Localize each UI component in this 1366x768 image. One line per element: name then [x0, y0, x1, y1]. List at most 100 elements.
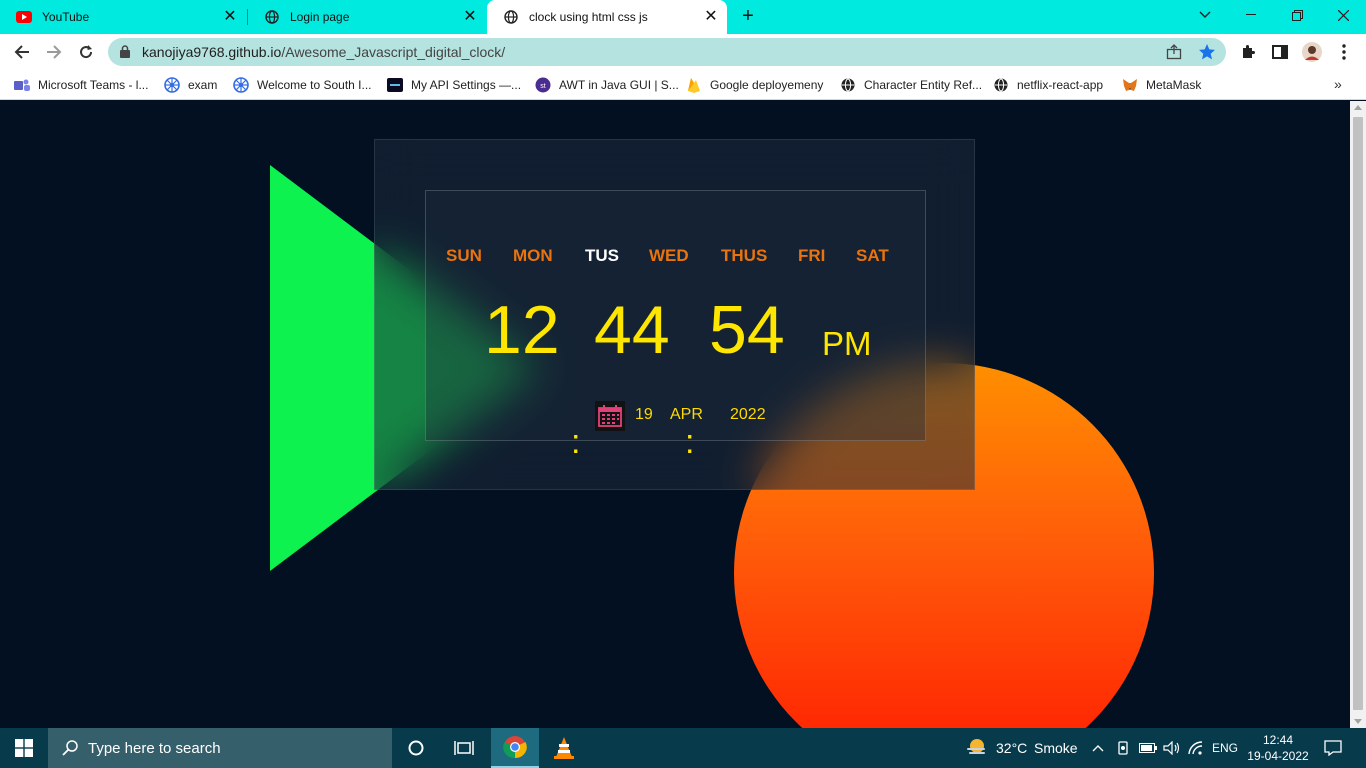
share-icon[interactable] — [1166, 44, 1182, 65]
reload-button[interactable] — [74, 40, 98, 64]
browser-toolbar: kanojiya9768.github.io/Awesome_Javascrip… — [0, 34, 1366, 70]
clock-seconds: 54 — [709, 292, 785, 368]
extensions-icon[interactable] — [1238, 42, 1258, 62]
wifi-icon[interactable] — [1186, 728, 1206, 768]
start-button[interactable] — [0, 728, 48, 768]
tab-clock[interactable]: clock using html css js ✕ — [487, 0, 727, 34]
day-wed: WED — [649, 246, 689, 265]
globe-icon — [993, 77, 1009, 93]
task-view-icon — [454, 741, 474, 755]
taskbar-chrome-app[interactable] — [491, 728, 539, 768]
tab-search-icon[interactable] — [1182, 0, 1228, 30]
cortana-button[interactable] — [392, 728, 440, 768]
minimize-button[interactable] — [1228, 0, 1274, 30]
weather-temperature[interactable]: 32°C — [996, 728, 1027, 768]
date-month: APR — [670, 406, 703, 423]
weather-description[interactable]: Smoke — [1034, 728, 1078, 768]
tab-youtube[interactable]: YouTube ✕ — [0, 0, 246, 34]
clock-ampm: PM — [822, 325, 872, 362]
scroll-down-arrow-icon[interactable] — [1354, 719, 1362, 724]
restore-button[interactable] — [1274, 0, 1320, 30]
windows-taskbar: Type here to search 32°C Smoke ENG 12:44… — [0, 728, 1366, 768]
scrollbar-thumb[interactable] — [1353, 117, 1363, 710]
lock-icon[interactable] — [120, 45, 130, 63]
url-host: kanojiya9768.github.io — [142, 44, 282, 60]
bookmark-microsoft-teams[interactable]: Microsoft Teams - l... — [14, 76, 148, 94]
globe-icon — [840, 77, 856, 93]
bookmark-label: exam — [188, 78, 218, 92]
date-year: 2022 — [730, 406, 766, 423]
globe-icon — [264, 9, 280, 25]
day-sat: SAT — [856, 246, 889, 265]
dev-icon — [387, 77, 403, 93]
bookmark-awt-java[interactable]: st AWT in Java GUI | S... — [535, 76, 679, 94]
cortana-circle-icon — [408, 740, 424, 756]
youtube-icon — [16, 9, 32, 25]
side-panel-icon[interactable] — [1270, 42, 1290, 62]
taskbar-search-box[interactable]: Type here to search — [48, 728, 392, 768]
search-placeholder: Type here to search — [88, 739, 221, 757]
bookmark-google-deployment[interactable]: Google deployemeny — [686, 76, 823, 94]
clock-separator: : — [571, 423, 581, 461]
tab-title: YouTube — [42, 10, 90, 24]
forward-button[interactable] — [42, 40, 66, 64]
system-time: 12:44 — [1262, 733, 1294, 747]
day-mon: MON — [513, 246, 553, 265]
bookmarks-bar: Microsoft Teams - l... exam Welcome to S… — [0, 70, 1366, 100]
calendar-icon — [595, 401, 625, 431]
page-scrollbar[interactable] — [1350, 101, 1366, 728]
bookmark-netflix-react-app[interactable]: netflix-react-app — [993, 76, 1103, 94]
scroll-up-arrow-icon[interactable] — [1354, 105, 1362, 110]
tab-login-page[interactable]: Login page ✕ — [248, 0, 486, 34]
bookmark-label: Microsoft Teams - l... — [38, 78, 149, 92]
clock-separator: : — [685, 423, 695, 461]
weather-icon[interactable] — [962, 728, 990, 768]
close-tab-icon[interactable]: ✕ — [222, 9, 238, 25]
system-date: 19-04-2022 — [1247, 749, 1309, 763]
bookmark-label: AWT in Java GUI | S... — [559, 78, 679, 92]
taskbar-vlc-app[interactable] — [540, 728, 588, 768]
back-button[interactable] — [10, 40, 34, 64]
volume-icon[interactable] — [1162, 728, 1182, 768]
bookmarks-overflow-button[interactable]: » — [1334, 76, 1342, 92]
bookmark-character-entity[interactable]: Character Entity Ref... — [840, 76, 982, 94]
task-view-button[interactable] — [440, 728, 488, 768]
arrow-left-icon — [14, 45, 29, 59]
arrow-right-icon — [47, 45, 62, 59]
kubernetes-icon — [164, 77, 180, 93]
notification-icon[interactable] — [1318, 728, 1348, 768]
close-window-button[interactable] — [1320, 0, 1366, 30]
system-clock[interactable]: 12:44 19-04-2022 — [1246, 732, 1310, 764]
close-tab-icon[interactable]: ✕ — [462, 9, 478, 25]
input-language[interactable]: ENG — [1212, 728, 1238, 768]
url-text[interactable]: kanojiya9768.github.io/Awesome_Javascrip… — [142, 44, 505, 60]
bookmark-metamask[interactable]: MetaMask — [1122, 76, 1201, 94]
weekday-row: SUN MON TUS WED THUS FRI SAT — [425, 246, 926, 268]
svg-text:st: st — [540, 83, 546, 90]
address-bar[interactable]: kanojiya9768.github.io/Awesome_Javascrip… — [108, 38, 1226, 66]
tab-title: Login page — [290, 10, 350, 24]
clock-hours: 12 — [484, 292, 560, 368]
bookmark-my-api-settings[interactable]: My API Settings —... — [387, 76, 521, 94]
meet-now-icon[interactable] — [1114, 728, 1132, 768]
new-tab-button[interactable]: + — [736, 5, 760, 29]
reload-icon — [80, 45, 93, 59]
bookmark-label: Google deployemeny — [710, 78, 824, 92]
teams-icon — [14, 77, 30, 93]
clock-minutes: 44 — [594, 292, 670, 368]
day-tue-active: TUS — [585, 246, 619, 265]
battery-icon[interactable] — [1138, 728, 1158, 768]
bookmark-label: My API Settings —... — [411, 78, 522, 92]
close-tab-icon[interactable]: ✕ — [703, 9, 719, 25]
url-path: /Awesome_Javascript_digital_clock/ — [281, 44, 506, 60]
menu-kebab-icon[interactable] — [1334, 42, 1354, 62]
chevron-up-icon[interactable] — [1090, 728, 1106, 768]
bookmark-label: Character Entity Ref... — [864, 78, 983, 92]
bookmark-exam[interactable]: exam — [164, 76, 217, 94]
bookmark-star-icon[interactable] — [1198, 43, 1216, 66]
tab-strip: YouTube ✕ Login page ✕ clock using html … — [0, 0, 1366, 34]
day-fri: FRI — [798, 246, 826, 265]
chrome-icon — [503, 736, 527, 759]
profile-avatar[interactable] — [1302, 42, 1322, 62]
bookmark-welcome-south[interactable]: Welcome to South I... — [233, 76, 372, 94]
